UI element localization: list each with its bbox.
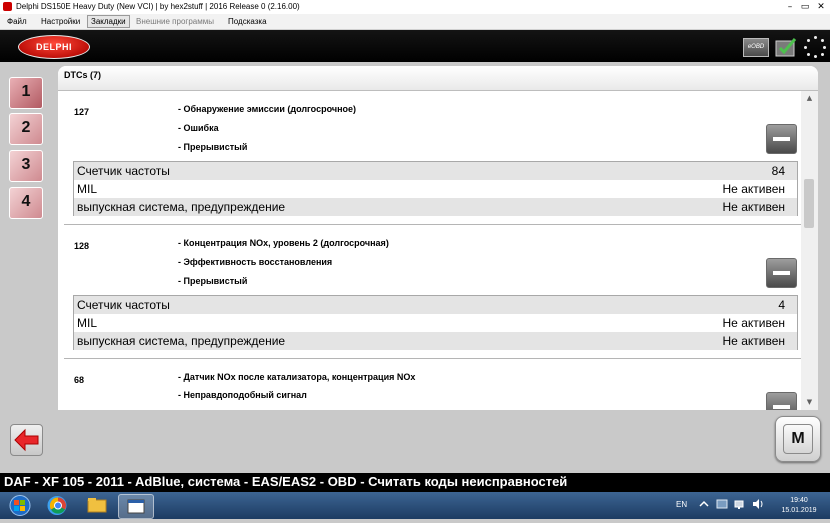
vertical-scrollbar[interactable]: ▲ ▼	[801, 91, 818, 410]
table-row: MIL Не активен	[74, 314, 797, 332]
menu-external-programs[interactable]: Внешние программы	[133, 16, 217, 27]
row-key: Счетчик частоты	[77, 164, 170, 178]
dtc-status: - Неправдоподобный сигнал	[178, 390, 307, 400]
volume-icon[interactable]	[752, 498, 764, 510]
dtc-status: - Эффективность восстановления	[178, 257, 333, 267]
dtc-code: 127	[74, 107, 90, 117]
taskbar: EN 19:40 15.01.2019	[0, 492, 830, 519]
freeze-frame-table: Счетчик частоты 4 MIL Не активен выпускная…	[73, 295, 798, 350]
dtc-description: - Обнаружение эмиссии (долгосрочное)	[178, 104, 357, 114]
chrome-icon[interactable]	[41, 494, 75, 517]
delphi-logo: DELPHI	[18, 35, 90, 59]
nav-button-3[interactable]: 3	[9, 150, 43, 182]
eobd-button[interactable]: eOBD	[743, 38, 769, 57]
table-row: выпускная система, предупреждение Не акти…	[74, 198, 797, 216]
dtc-description: - Концентрация NOx, уровень 2 (долгосроч…	[178, 238, 389, 248]
dtc-code: 68	[74, 375, 85, 385]
dtc-code: 128	[74, 241, 90, 251]
dtc-item: 128 - Концентрация NOx, уровень 2 (долго…	[58, 225, 801, 359]
row-value: Не активен	[722, 334, 785, 348]
nav-button-2[interactable]: 2	[9, 113, 43, 145]
dtc-list: 127 - Обнаружение эмиссии (долгосрочное)…	[58, 91, 801, 410]
clock-date: 15.01.2019	[781, 507, 817, 514]
row-value: 84	[771, 164, 785, 178]
row-value: 4	[778, 298, 785, 312]
collapse-button[interactable]	[766, 124, 797, 154]
menu-settings[interactable]: Настройки	[38, 16, 83, 27]
delphi-app-taskbar-icon[interactable]	[118, 494, 154, 519]
row-key: Счетчик частоты	[77, 298, 170, 312]
app-header: DELPHI eOBD	[0, 30, 830, 62]
row-key: MIL	[77, 316, 98, 330]
table-row: Счетчик частоты 84	[74, 162, 797, 180]
loading-spinner-icon	[804, 36, 826, 58]
row-key: выпускная система, предупреждение	[77, 334, 286, 348]
title-bar: Delphi DS150E Heavy Duty (New VCI) | by …	[0, 0, 830, 14]
minus-icon	[773, 137, 790, 141]
status-text: DAF - XF 105 - 2011 - AdBlue, система - …	[4, 474, 568, 489]
explorer-icon[interactable]	[80, 494, 114, 517]
nav-button-1[interactable]: 1	[9, 77, 43, 109]
table-row: MIL Не активен	[74, 180, 797, 198]
mode-button[interactable]: M	[775, 416, 821, 462]
app-icon	[3, 2, 12, 11]
dtc-description: - Датчик NOx после катализатора, концент…	[178, 372, 416, 382]
dtc-panel: DTCs (7) 127 - Обнаружение эмиссии (долг…	[58, 66, 818, 410]
panel-header: DTCs (7)	[58, 66, 818, 91]
row-value: Не активен	[722, 182, 785, 196]
windows-start-icon[interactable]	[3, 494, 37, 517]
row-value: Не активен	[722, 316, 785, 330]
collapse-button[interactable]	[766, 258, 797, 288]
nav-button-4[interactable]: 4	[9, 187, 43, 219]
scroll-thumb[interactable]	[804, 179, 814, 228]
dtc-type: - Прерывистый	[178, 142, 248, 152]
table-row: выпускная система, предупреждение Не акти…	[74, 332, 797, 350]
row-key: MIL	[77, 182, 98, 196]
minus-icon	[773, 271, 790, 275]
collapse-button[interactable]	[766, 392, 797, 410]
mode-button-label: M	[783, 424, 813, 454]
tray-up-arrow-icon[interactable]	[698, 498, 710, 510]
table-row: Счетчик частоты 4	[74, 296, 797, 314]
row-value: Не активен	[722, 200, 785, 214]
dtc-item: 68 - Датчик NOx после катализатора, конц…	[58, 359, 801, 410]
network-icon[interactable]	[734, 498, 746, 510]
checklist-icon[interactable]	[775, 37, 797, 57]
panel-title: DTCs (7)	[64, 70, 102, 80]
tray-app-icon[interactable]	[716, 498, 728, 510]
status-bar: DAF - XF 105 - 2011 - AdBlue, система - …	[0, 473, 830, 492]
back-button[interactable]	[10, 424, 43, 456]
scroll-up-icon[interactable]: ▲	[801, 91, 818, 106]
row-key: выпускная система, предупреждение	[77, 200, 286, 214]
window-title: Delphi DS150E Heavy Duty (New VCI) | by …	[16, 2, 300, 11]
menu-help[interactable]: Подсказка	[225, 16, 270, 27]
back-arrow-icon	[14, 428, 39, 452]
freeze-frame-table: Счетчик частоты 84 MIL Не активен выпускна…	[73, 161, 798, 216]
menu-bar: Файл Настройки Закладки Внешние программ…	[0, 14, 830, 30]
system-clock[interactable]: 19:40 15.01.2019	[774, 496, 824, 516]
dtc-status: - Ошибка	[178, 123, 219, 133]
maximize-icon[interactable]: ▭	[798, 1, 812, 13]
dtc-type: - Прерывистый	[178, 276, 248, 286]
language-indicator[interactable]: EN	[676, 500, 687, 509]
scroll-down-icon[interactable]: ▼	[801, 395, 818, 410]
menu-bookmarks[interactable]: Закладки	[87, 15, 130, 28]
clock-time: 19:40	[790, 497, 808, 504]
left-navigation: 1 2 3 4	[0, 62, 50, 472]
minus-icon	[773, 405, 790, 409]
menu-file[interactable]: Файл	[4, 16, 30, 27]
dtc-item: 127 - Обнаружение эмиссии (долгосрочное)…	[58, 91, 801, 225]
close-icon[interactable]: ✕	[814, 1, 828, 13]
minimize-icon[interactable]: –	[783, 1, 797, 13]
